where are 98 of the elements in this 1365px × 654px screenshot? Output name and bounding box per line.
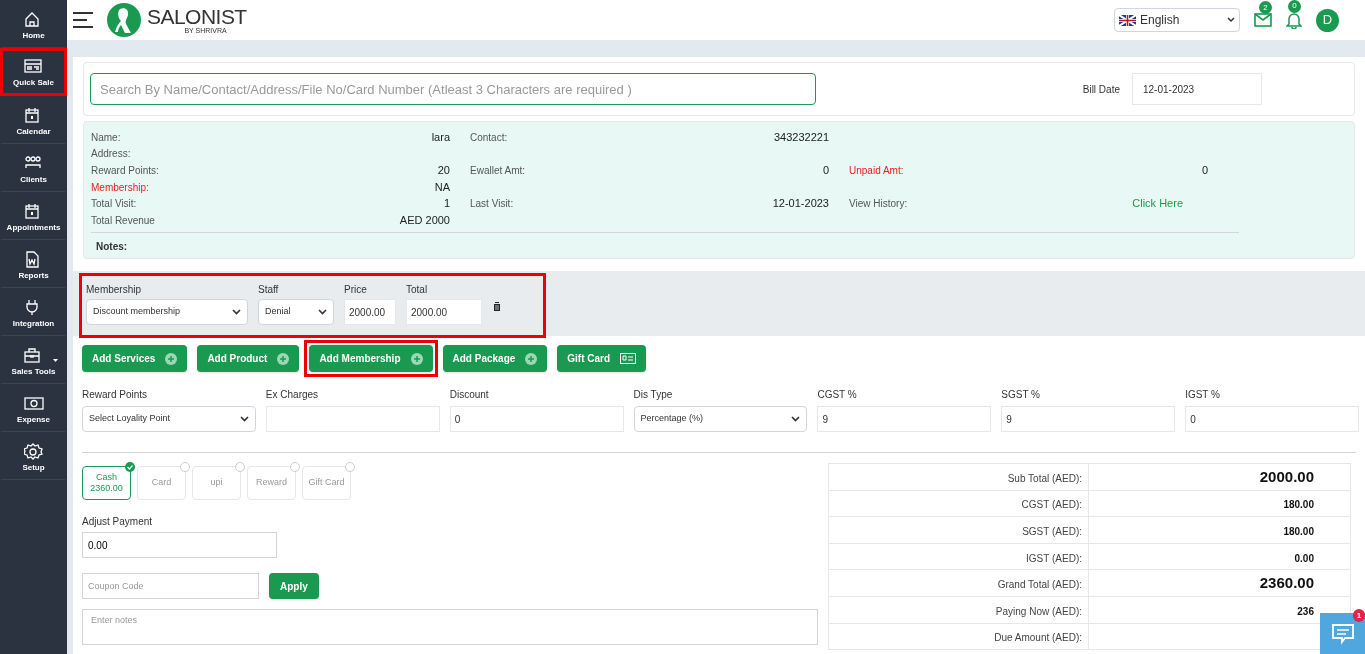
add-button[interactable]: Add Product (197, 345, 300, 372)
info-value: 0 (1201, 163, 1208, 179)
input-field[interactable] (265, 406, 440, 432)
info-label: Last Visit: (470, 197, 514, 212)
info-label: Ewallet Amt: (470, 164, 526, 178)
brand-name: SALONIST (147, 6, 247, 27)
notification-count-badge: 0 (1288, 0, 1301, 13)
info-label: Unpaid Amt: (849, 164, 904, 178)
chevron-down-icon (1227, 17, 1235, 23)
add-button[interactable]: Gift Card (557, 345, 647, 372)
info-label: Address: (91, 147, 131, 162)
summary-value: 180.00 (1283, 499, 1314, 511)
summary-label: Due Amount (AED): (994, 632, 1082, 644)
plus-icon (410, 352, 423, 365)
info-label: Membership: (91, 180, 149, 195)
summary-value: 236 (1297, 605, 1314, 617)
bill-date-field[interactable]: 12-01-2023 (1132, 73, 1262, 105)
total-field[interactable]: 2000.00 (406, 299, 482, 325)
menu-icon[interactable] (73, 12, 93, 28)
info-label: Contact: (470, 130, 508, 145)
summary-label: IGST (AED): (1026, 552, 1082, 564)
summary-label: Sub Total (AED): (1007, 472, 1082, 484)
summary-value: 2360.00 (1259, 574, 1314, 592)
gift-card-icon (620, 353, 637, 364)
add-button[interactable]: Add Services (82, 345, 188, 372)
info-label: Total Revenue (91, 213, 155, 228)
summary-value: 2000.00 (1259, 467, 1314, 485)
info-value: NA (434, 179, 450, 195)
notes-label: Notes: (96, 239, 129, 254)
info-value: lara (431, 130, 450, 146)
field-label: Discount (449, 388, 490, 402)
mail-count-badge: 2 (1259, 1, 1272, 14)
sidebar-item[interactable]: Home (0, 0, 67, 48)
trash-icon[interactable] (492, 301, 502, 312)
chat-icon (1330, 622, 1355, 645)
plus-icon (525, 352, 538, 365)
adjust-payment-field[interactable]: 0.00 (82, 532, 277, 558)
info-label: View History: (849, 197, 908, 212)
dropdown-field[interactable]: Percentage (%) (633, 406, 808, 432)
staff-label: Staff (258, 283, 280, 296)
total-label: Total (406, 283, 429, 296)
caret-icon (53, 359, 58, 362)
info-value: 1 (443, 196, 450, 212)
field-label: Ex Charges (265, 388, 320, 402)
notes-field[interactable]: Enter notes (82, 609, 818, 645)
info-value: 0 (822, 163, 829, 179)
plus-icon (277, 352, 290, 365)
plus-icon (165, 352, 178, 365)
chat-button[interactable] (1320, 613, 1365, 654)
input-field[interactable]: 0 (449, 406, 624, 432)
price-field[interactable]: 2000.00 (344, 299, 396, 325)
info-label: Name: (91, 130, 121, 145)
flag-icon (1119, 14, 1136, 26)
field-label: CGST % (817, 388, 858, 402)
summary-label: SGST (AED): (1022, 526, 1082, 537)
bill-date-label: Bill Date (1082, 82, 1120, 97)
price-label: Price (344, 283, 368, 296)
coupon-field[interactable]: Coupon Code (82, 573, 259, 599)
input-field[interactable]: 9 (817, 406, 992, 432)
settings-icon (23, 442, 44, 460)
chevron-down-icon (791, 416, 801, 422)
chevron-down-icon (318, 309, 327, 315)
bell-icon[interactable] (1286, 11, 1302, 29)
language-select[interactable]: English (1114, 8, 1240, 32)
adjust-payment-label: Adjust Payment (82, 515, 154, 529)
summary-label: Grand Total (AED): (997, 579, 1082, 591)
field-label: IGST % (1185, 388, 1221, 402)
register-icon (23, 57, 44, 75)
staff-select[interactable]: Denial (258, 299, 334, 325)
field-label: Dis Type (633, 388, 674, 402)
banknote-icon (23, 394, 44, 412)
summary-label: CGST (AED): (1021, 499, 1082, 511)
logo-icon (107, 3, 141, 37)
user-avatar[interactable]: D (1316, 8, 1339, 32)
field-label: Reward Points (82, 388, 149, 402)
dropdown-field[interactable]: Select Loyality Point (82, 406, 256, 432)
input-field[interactable]: 0 (1185, 406, 1359, 432)
info-label: Reward Points: (91, 164, 159, 178)
info-label: Total Visit: (91, 197, 137, 212)
apply-button[interactable]: Apply (269, 573, 319, 599)
field-label: SGST % (1001, 388, 1041, 402)
search-field[interactable]: Search By Name/Contact/Address/File No/Card Number (Atleast 3 Characters are required ) (90, 73, 816, 105)
info-value: 343232221 (773, 130, 829, 146)
membership-label: Membership (86, 283, 143, 296)
info-value: 20 (437, 163, 450, 179)
summary-value: 0.00 (1294, 552, 1314, 564)
info-value: 12-01-2023 (772, 196, 829, 212)
info-value: AED 2000 (399, 213, 450, 228)
add-button[interactable]: Add Package (442, 345, 548, 372)
add-button[interactable]: Add Membership (309, 345, 433, 372)
chevron-down-icon (239, 416, 249, 422)
input-field[interactable]: 9 (1001, 406, 1176, 432)
summary-label: Paying Now (AED): (995, 605, 1082, 617)
sidebar-item[interactable]: Quick Sale (0, 48, 67, 96)
chevron-down-icon (232, 309, 241, 315)
mail-icon[interactable] (1254, 13, 1272, 27)
membership-select[interactable]: Discount membership (86, 299, 248, 325)
summary-value: 180.00 (1283, 526, 1314, 537)
